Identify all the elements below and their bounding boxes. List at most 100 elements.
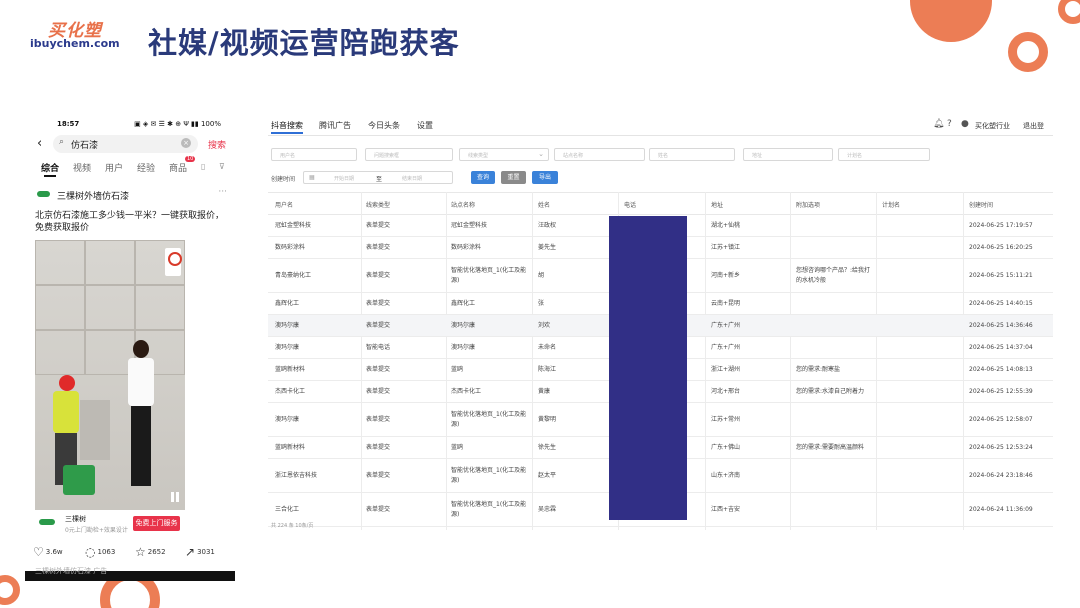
filter-plan[interactable]: 计划名 <box>838 148 930 161</box>
action-bar: ♡ 3.6w ◌ 1063 ☆ 2652 ↗ 3031 <box>33 545 233 559</box>
filter-lead-type[interactable]: 线索类型 ⌄ <box>459 148 549 161</box>
post-description: 北京仿石漆施工多少钱一平米？一键获取报价，免费获取报价 <box>35 211 225 233</box>
filter-question[interactable]: 问题搜索框 <box>365 148 453 161</box>
pause-icon[interactable] <box>171 492 179 502</box>
cell-created-time: 2024-06-25 17:19:57 <box>969 221 1033 229</box>
col-lead-type[interactable]: 线索类型 <box>366 200 390 209</box>
date-range-picker[interactable]: ▦ 开始日期 至 结束日期 <box>303 171 453 184</box>
tab-products[interactable]: 商品 <box>169 161 187 174</box>
leads-admin-screenshot: 抖音搜索 腾讯广告 今日头条 设置 🔔︎ ? ● 买化塑行业 退出登 用户名 问… <box>268 115 1053 530</box>
cell-username: 冠虹金塑科技 <box>275 221 312 229</box>
filter-name[interactable]: 姓名 <box>649 148 735 161</box>
cell-lead-type: 表单提交 <box>366 365 391 373</box>
ad-card[interactable]: 三棵树 0元上门勘检+效果设计 免费上门服务 <box>35 510 185 538</box>
tab-users[interactable]: 用户 <box>105 161 123 174</box>
bell-icon[interactable]: 🔔︎ <box>933 119 944 129</box>
col-plan[interactable]: 计划名 <box>882 200 900 209</box>
cell-created-time: 2024-06-24 11:36:09 <box>969 505 1033 513</box>
col-site-name[interactable]: 站点名称 <box>451 200 475 209</box>
cell-site-name: 数码彩涂料 <box>451 243 482 251</box>
cell-created-time: 2024-06-24 23:18:46 <box>969 471 1033 479</box>
comment-icon: ◌ <box>85 545 96 559</box>
like-action[interactable]: ♡ 3.6w <box>33 545 63 559</box>
col-created-time[interactable]: 创建时间 <box>969 200 993 209</box>
phone-screenshot: 18:57 ▣ ◈ ✉ ☰ ✱ ⊕ Ψ ▮▮ 100% ‹ ⌕ 仿石漆 × 搜索… <box>25 115 235 581</box>
more-icon[interactable]: ··· <box>218 187 227 197</box>
bookmark-icon[interactable]: ▯ <box>201 162 205 171</box>
cell-name: 张 <box>538 299 545 307</box>
status-bar: 18:57 ▣ ◈ ✉ ☰ ✱ ⊕ Ψ ▮▮ 100% <box>25 115 235 133</box>
clear-icon[interactable]: × <box>181 138 191 148</box>
user-area: 🔔︎ ? ● 买化塑行业 退出登 <box>933 119 1053 133</box>
cell-site-name: 智能优化落地页_1(化工及能源) <box>451 410 527 428</box>
share-action[interactable]: ↗ 3031 <box>185 545 215 559</box>
help-icon[interactable]: ? <box>947 119 952 129</box>
cell-lead-type: 表单提交 <box>366 221 391 229</box>
filter-icon[interactable]: ⊽ <box>219 162 225 171</box>
ad-subtitle: 0元上门勘检+效果设计 <box>65 527 128 534</box>
cell-extra: 您的需求:需要耐高温颜料 <box>796 443 865 451</box>
author-name: 三棵树外墙仿石漆 <box>57 192 130 202</box>
tab-douyin-search[interactable]: 抖音搜索 <box>271 120 303 134</box>
cell-lead-type: 表单提交 <box>366 321 391 329</box>
cell-username: 蓝鸥新材料 <box>275 443 306 451</box>
cell-site-name: 蓝鸥 <box>451 443 464 451</box>
lead-type-placeholder: 线索类型 <box>468 153 489 159</box>
col-name[interactable]: 姓名 <box>538 200 550 209</box>
cell-username: 三合化工 <box>275 505 300 513</box>
created-time-label: 创建时间 <box>271 176 296 183</box>
filter-address[interactable]: 地址 <box>743 148 833 161</box>
cell-extra: 您的需求:水漆自己附着力 <box>796 387 865 395</box>
search-button[interactable]: 搜索 <box>208 138 226 151</box>
username[interactable]: 买化塑行业 <box>975 121 1010 131</box>
reset-button[interactable]: 重置 <box>501 171 526 184</box>
filter-username[interactable]: 用户名 <box>271 148 357 161</box>
cell-username: 澳玛尔康 <box>275 321 300 329</box>
post-author[interactable]: 三棵树外墙仿石漆 ··· <box>37 187 227 202</box>
search-input[interactable]: ⌕ 仿石漆 × <box>53 135 198 153</box>
green-toolbox <box>63 465 95 495</box>
col-phone[interactable]: 电话 <box>624 200 636 209</box>
filter-site-name[interactable]: 站点名称 <box>554 148 645 161</box>
cell-lead-type: 表单提交 <box>366 471 391 479</box>
cell-created-time: 2024-06-25 15:11:21 <box>969 271 1033 279</box>
stone-sample <box>80 400 110 460</box>
cell-created-time: 2024-06-25 14:36:46 <box>969 321 1033 329</box>
tab-settings[interactable]: 设置 <box>417 120 433 131</box>
cell-created-time: 2024-06-25 14:40:15 <box>969 299 1033 307</box>
cell-username: 鑫辉化工 <box>275 299 300 307</box>
col-username[interactable]: 用户名 <box>275 200 293 209</box>
col-address[interactable]: 地址 <box>711 200 723 209</box>
search-query: 仿石漆 <box>71 141 99 151</box>
platform-tabs: 抖音搜索 腾讯广告 今日头条 设置 <box>271 120 671 134</box>
cell-site-name: 智能优化落地页_1(化工及能源) <box>451 466 527 484</box>
back-arrow-icon[interactable]: ‹ <box>37 136 42 151</box>
cell-username: 青岛豪纳化工 <box>275 271 312 279</box>
cell-address: 浙江+湖州 <box>711 365 741 373</box>
cell-site-name: 冠虹金塑科技 <box>451 221 488 229</box>
video-player[interactable] <box>35 240 185 510</box>
logout-link[interactable]: 退出登 <box>1023 121 1044 131</box>
cell-site-name: 澳玛尔康 <box>451 343 476 351</box>
tab-tencent-ads[interactable]: 腾讯广告 <box>319 120 351 131</box>
slide-title: 社媒/视频运营陪跑获客 <box>148 26 460 60</box>
ad-name: 三棵树 <box>65 515 86 523</box>
star-icon: ☆ <box>135 545 146 559</box>
cell-name: 徐先生 <box>538 443 557 451</box>
author-avatar <box>37 191 50 197</box>
date-end: 结束日期 <box>402 176 423 182</box>
query-button[interactable]: 查询 <box>471 171 495 184</box>
ad-cta-button[interactable]: 免费上门服务 <box>133 516 180 531</box>
tab-all[interactable]: 综合 <box>41 161 59 177</box>
col-extra[interactable]: 附加选项 <box>796 200 820 209</box>
pagination: 共 224 条 10条/页 <box>271 523 314 529</box>
favorite-action[interactable]: ☆ 2652 <box>135 545 166 559</box>
cell-created-time: 2024-06-25 12:55:39 <box>969 387 1033 395</box>
tab-experience[interactable]: 经验 <box>137 161 155 174</box>
tab-video[interactable]: 视频 <box>73 161 91 174</box>
export-button[interactable]: 导出 <box>532 171 558 184</box>
tab-toutiao[interactable]: 今日头条 <box>368 120 400 131</box>
comment-action[interactable]: ◌ 1063 <box>85 545 115 559</box>
cell-address: 广东+佛山 <box>711 443 741 451</box>
ibuychem-logo: 买化塑 ibuychem.com <box>30 16 120 52</box>
